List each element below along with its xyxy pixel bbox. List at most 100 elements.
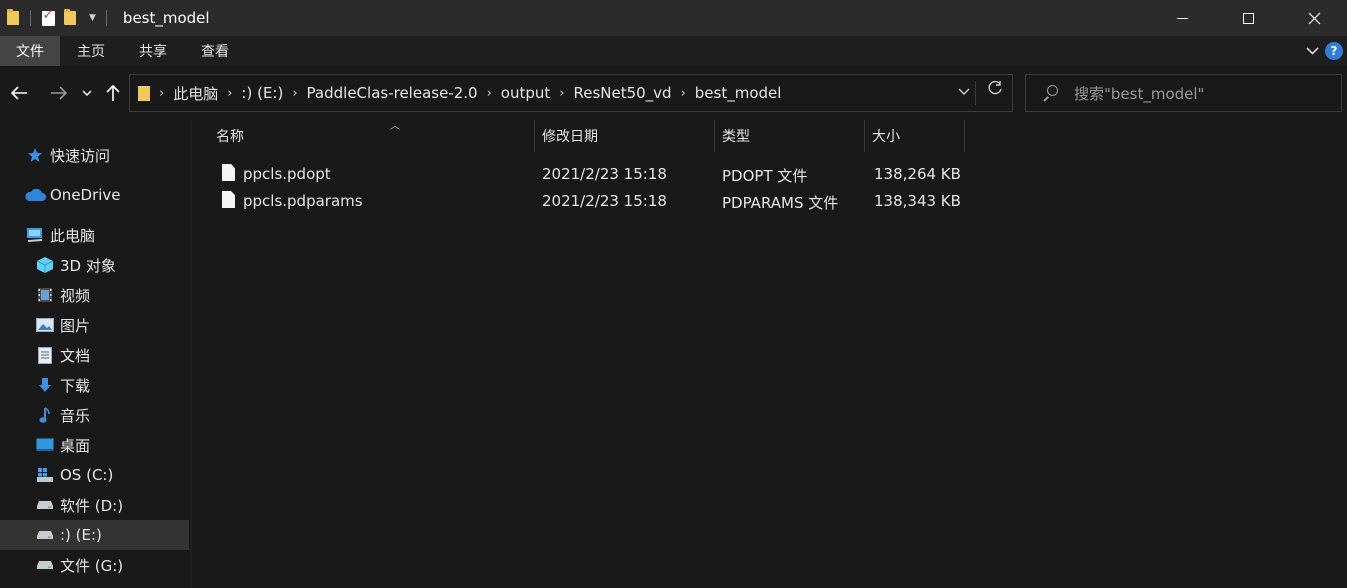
address-history-dropdown[interactable] xyxy=(958,84,970,100)
quick-access-dropdown-icon[interactable]: ▼ xyxy=(89,13,96,23)
refresh-button[interactable] xyxy=(987,80,1003,101)
sidebar-item-3d-objects[interactable]: 3D 对象 xyxy=(0,250,189,280)
maximize-button[interactable] xyxy=(1215,0,1281,36)
file-list: 名称 ︿ 修改日期 类型 大小 ppcls.pdopt 2021/2/23 15… xyxy=(192,120,1347,588)
column-divider[interactable] xyxy=(714,120,715,152)
picture-icon xyxy=(36,316,54,334)
column-header-type[interactable]: 类型 xyxy=(722,120,864,152)
breadcrumb-this-pc[interactable]: 此电脑 xyxy=(173,83,218,104)
document-icon xyxy=(36,346,54,364)
breadcrumb-paddleclas[interactable]: PaddleClas-release-2.0 xyxy=(307,84,478,102)
forward-button[interactable] xyxy=(47,80,69,106)
help-button[interactable]: ? xyxy=(1325,42,1343,60)
sidebar-item-documents[interactable]: 文档 xyxy=(0,340,189,370)
column-header-label: 类型 xyxy=(722,129,750,145)
sidebar-item-label: OS (C:) xyxy=(60,466,114,484)
file-name: ppcls.pdparams xyxy=(243,192,363,210)
cube-icon xyxy=(36,256,54,274)
sidebar-item-downloads[interactable]: 下载 xyxy=(0,370,189,400)
arrow-right-icon xyxy=(50,86,67,100)
ribbon-tabs: 文件 主页 共享 查看 ? xyxy=(0,36,1347,66)
file-modified: 2021/2/23 15:18 xyxy=(542,165,667,183)
windows-drive-icon xyxy=(36,466,54,484)
chevron-right-icon[interactable]: › xyxy=(681,86,686,101)
address-divider xyxy=(975,81,976,105)
chevron-right-icon[interactable]: › xyxy=(487,86,492,101)
sidebar-item-videos[interactable]: 视频 xyxy=(0,280,189,310)
sidebar-item-drive-e[interactable]: :) (E:) xyxy=(0,520,189,550)
new-folder-icon[interactable] xyxy=(59,0,81,36)
refresh-icon xyxy=(988,80,1002,95)
sidebar-item-label: 音乐 xyxy=(60,406,91,425)
window-title: best_model xyxy=(122,9,210,27)
sidebar-item-quick-access[interactable]: 快速访问 xyxy=(0,140,189,170)
title-separator-2 xyxy=(105,10,107,26)
column-divider[interactable] xyxy=(864,120,865,152)
sidebar-item-label: 快速访问 xyxy=(50,146,111,165)
column-header-label: 修改日期 xyxy=(542,129,598,145)
breadcrumb-drive-e[interactable]: :) (E:) xyxy=(241,84,283,102)
minimize-button[interactable] xyxy=(1149,0,1215,36)
arrow-up-icon xyxy=(106,84,120,101)
breadcrumb-resnet50[interactable]: ResNet50_vd xyxy=(573,84,671,102)
sidebar-item-drive-d[interactable]: 软件 (D:) xyxy=(0,490,189,520)
column-header-label: 大小 xyxy=(872,129,900,145)
computer-icon xyxy=(26,226,44,244)
tab-file[interactable]: 文件 xyxy=(0,36,60,66)
sidebar-item-label: 软件 (D:) xyxy=(60,496,124,515)
sidebar-item-label: 文档 xyxy=(60,346,91,365)
column-header-modified[interactable]: 修改日期 xyxy=(542,120,714,152)
file-row[interactable]: ppcls.pdopt 2021/2/23 15:18 PDOPT 文件 138… xyxy=(216,160,976,187)
sidebar-item-onedrive[interactable]: OneDrive xyxy=(0,180,189,210)
tab-share[interactable]: 共享 xyxy=(122,36,184,66)
tab-view[interactable]: 查看 xyxy=(184,36,246,66)
sidebar-item-music[interactable]: 音乐 xyxy=(0,400,189,430)
back-button[interactable] xyxy=(8,80,30,106)
sidebar-item-label: 下载 xyxy=(60,376,91,395)
close-icon xyxy=(1308,12,1320,24)
column-divider[interactable] xyxy=(964,120,965,152)
file-icon xyxy=(222,164,235,181)
sidebar-item-desktop[interactable]: 桌面 xyxy=(0,430,189,460)
breadcrumb-output[interactable]: output xyxy=(501,84,550,102)
file-type: PDPARAMS 文件 xyxy=(722,194,839,212)
breadcrumb-best-model[interactable]: best_model xyxy=(695,84,782,102)
close-button[interactable] xyxy=(1281,0,1347,36)
sidebar-item-this-pc[interactable]: 此电脑 xyxy=(0,220,189,250)
sidebar-item-drive-g[interactable]: 文件 (G:) xyxy=(0,550,189,580)
sidebar-item-label: 视频 xyxy=(60,286,91,305)
recent-locations-button[interactable] xyxy=(80,80,94,106)
cloud-icon xyxy=(24,186,46,204)
sidebar-item-pictures[interactable]: 图片 xyxy=(0,310,189,340)
properties-icon[interactable] xyxy=(37,0,59,36)
search-box[interactable]: 搜索"best_model" xyxy=(1025,74,1342,112)
drive-icon xyxy=(36,496,54,514)
sidebar-item-label: 3D 对象 xyxy=(60,256,116,275)
sidebar-item-drive-c[interactable]: OS (C:) xyxy=(0,460,189,490)
tab-home[interactable]: 主页 xyxy=(60,36,122,66)
sidebar-item-label: 此电脑 xyxy=(50,226,96,245)
column-divider[interactable] xyxy=(534,120,535,152)
desktop-icon xyxy=(36,436,54,454)
folder-icon xyxy=(2,0,24,36)
column-header-size[interactable]: 大小 xyxy=(872,120,964,152)
chevron-right-icon[interactable]: › xyxy=(159,86,164,101)
file-size: 138,264 KB xyxy=(874,165,961,183)
sidebar-item-label: 桌面 xyxy=(60,436,91,455)
download-icon xyxy=(36,376,54,394)
chevron-right-icon[interactable]: › xyxy=(227,86,232,101)
chevron-right-icon[interactable]: › xyxy=(292,86,297,101)
file-row[interactable]: ppcls.pdparams 2021/2/23 15:18 PDPARAMS … xyxy=(216,187,976,214)
search-input[interactable]: 搜索"best_model" xyxy=(1074,83,1204,104)
chevron-down-icon xyxy=(82,89,92,96)
minimize-icon xyxy=(1176,17,1188,19)
arrow-left-icon xyxy=(10,86,27,100)
chevron-down-icon xyxy=(958,88,970,95)
expand-ribbon-button[interactable] xyxy=(1299,47,1325,55)
chevron-right-icon[interactable]: › xyxy=(559,86,564,101)
search-icon xyxy=(1042,85,1058,101)
title-bar: ▼ best_model xyxy=(0,0,1347,36)
address-bar[interactable]: › 此电脑 › :) (E:) › PaddleClas-release-2.0… xyxy=(129,74,1013,112)
up-button[interactable] xyxy=(104,80,122,106)
column-header-name[interactable]: 名称 ︿ xyxy=(216,120,534,152)
